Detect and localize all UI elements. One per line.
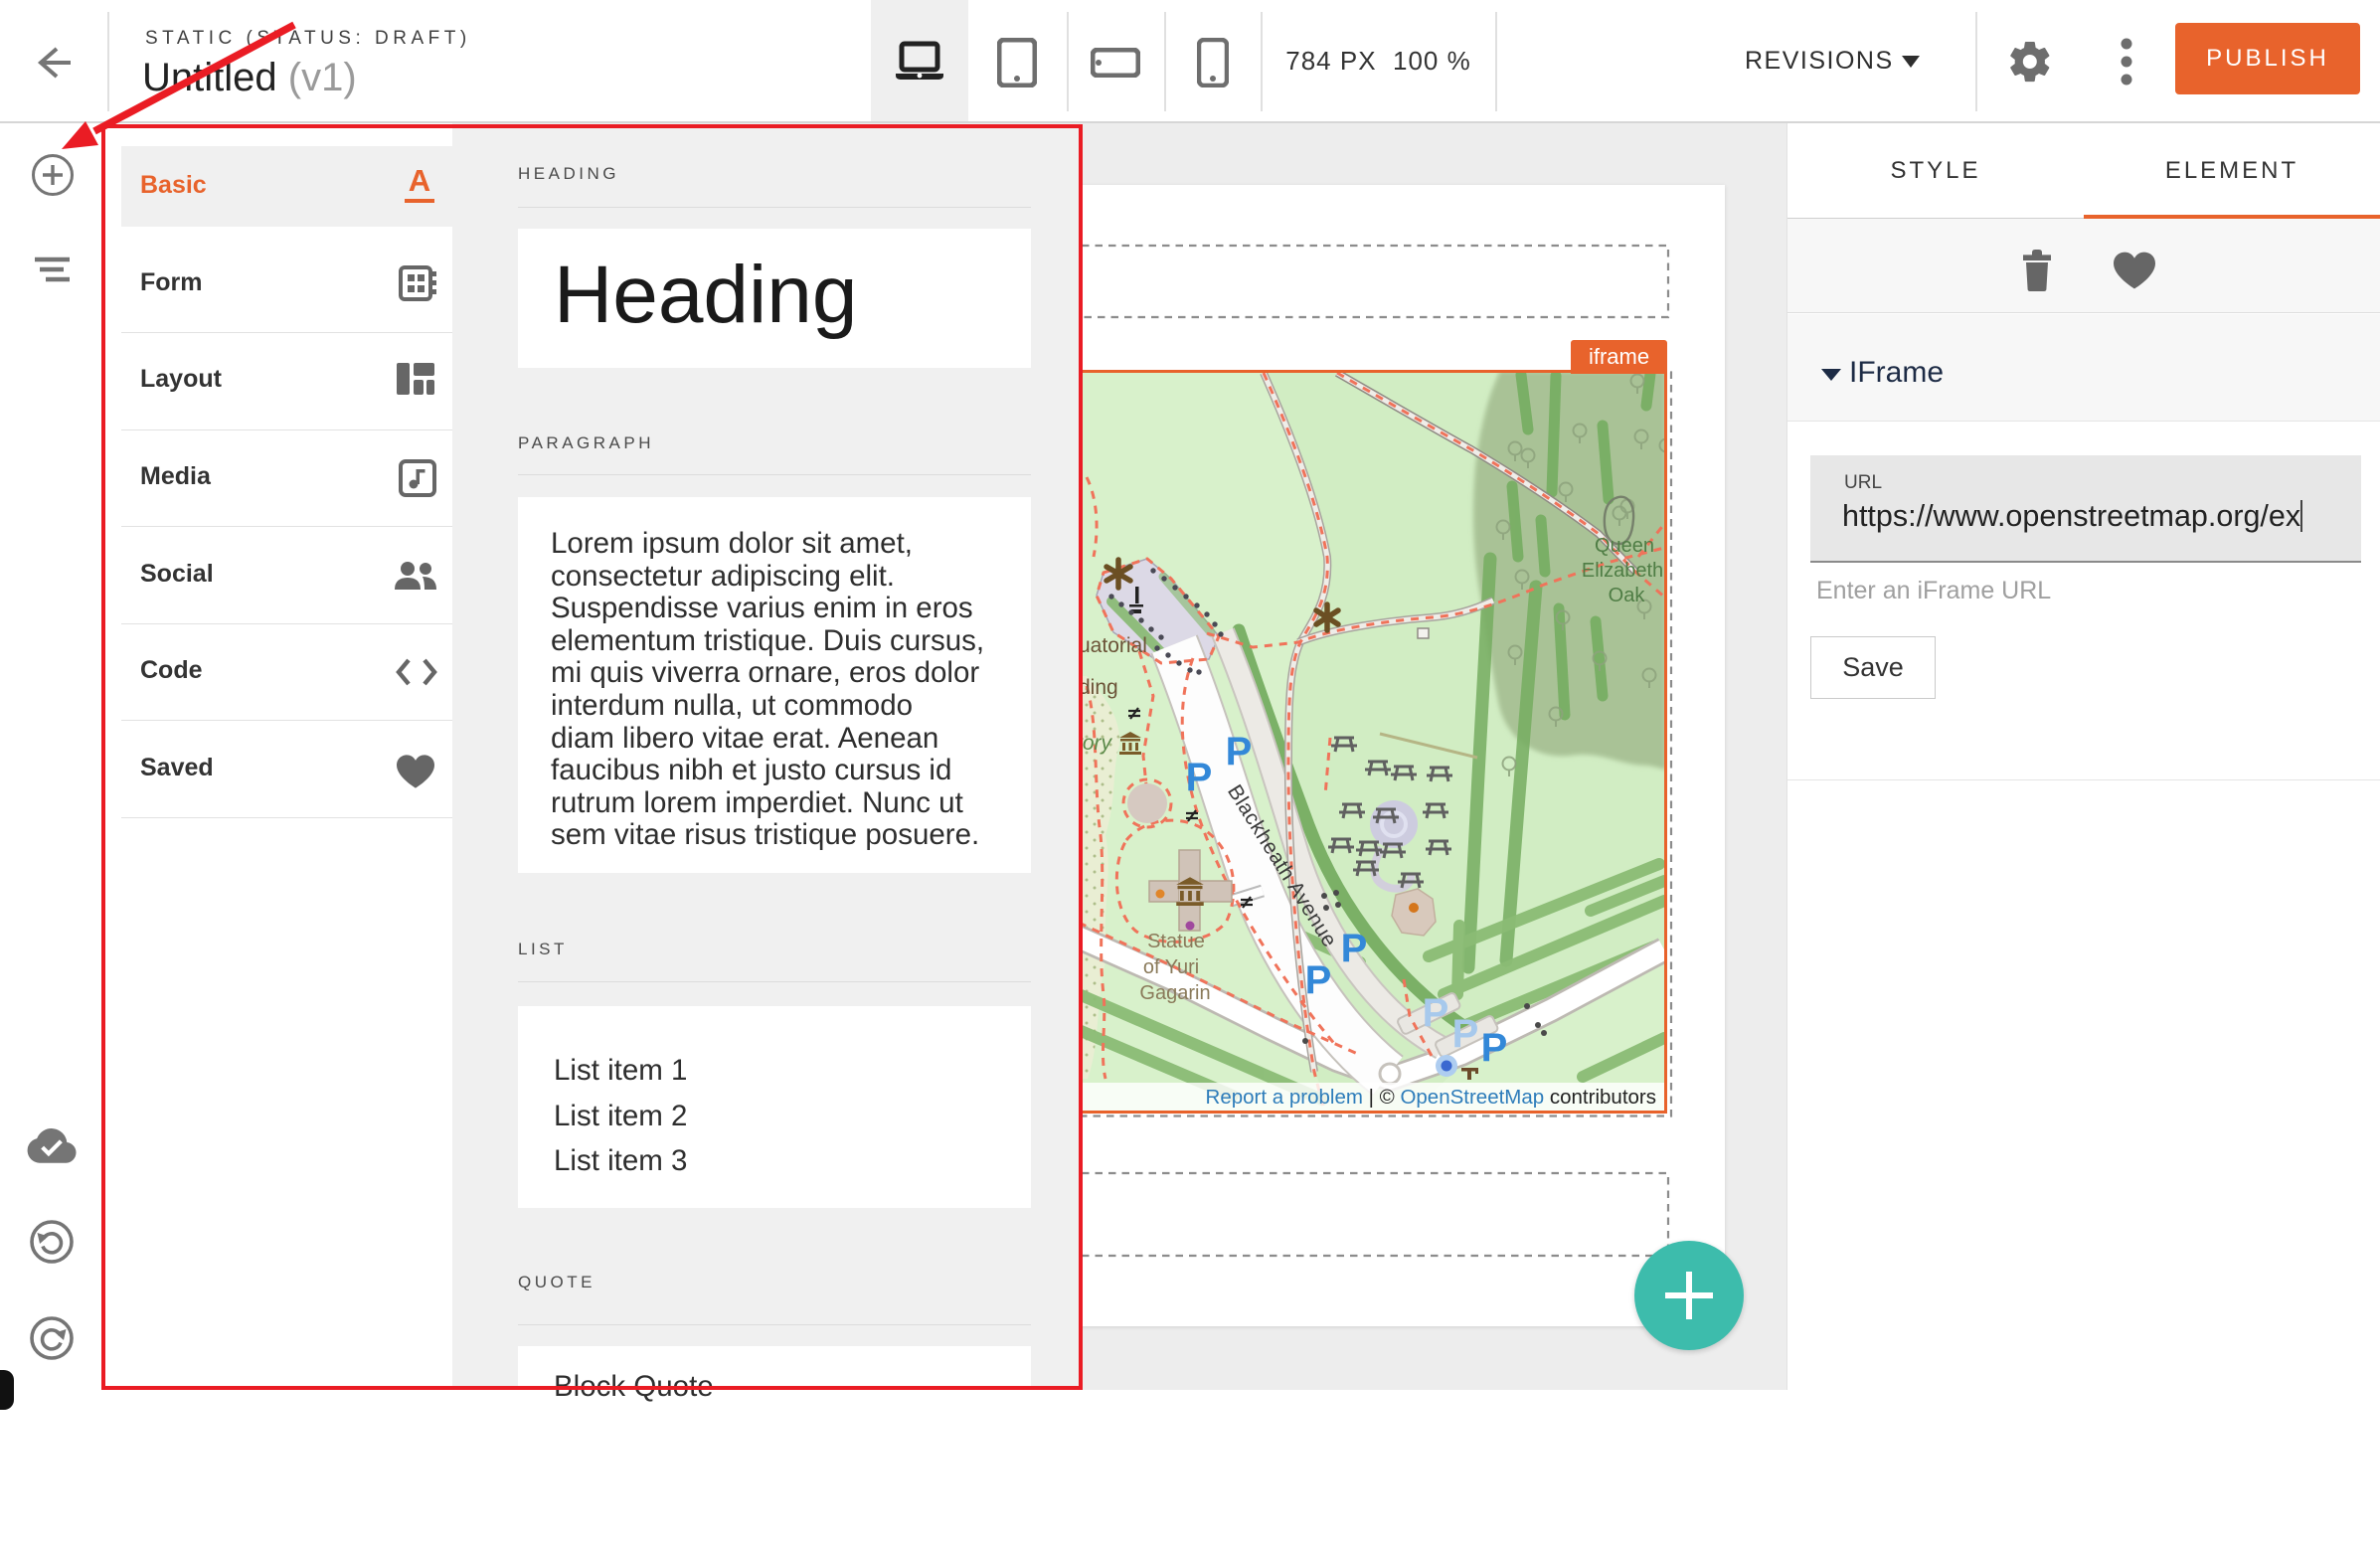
svg-text:Statue: Statue bbox=[1147, 931, 1205, 952]
svg-text:uatorial: uatorial bbox=[1079, 634, 1147, 657]
svg-text:Queen: Queen bbox=[1595, 535, 1654, 557]
svg-text:Report a problem | © OpenStree: Report a problem | © OpenStreetMap contr… bbox=[1206, 1086, 1656, 1109]
svg-text:P: P bbox=[1452, 1012, 1479, 1056]
svg-text:of Yuri: of Yuri bbox=[1143, 956, 1199, 978]
svg-text:ding: ding bbox=[1079, 676, 1118, 699]
svg-text:P: P bbox=[1481, 1026, 1508, 1070]
svg-text:P: P bbox=[1305, 958, 1332, 1002]
svg-text:Elizabeth: Elizabeth bbox=[1582, 560, 1663, 582]
svg-text:P: P bbox=[1341, 927, 1368, 970]
svg-text:P: P bbox=[1423, 991, 1449, 1035]
svg-text:P: P bbox=[1186, 756, 1213, 799]
svg-text:P: P bbox=[1226, 730, 1253, 773]
svg-text:Gagarin: Gagarin bbox=[1139, 982, 1210, 1004]
svg-text:Oak: Oak bbox=[1609, 585, 1646, 606]
